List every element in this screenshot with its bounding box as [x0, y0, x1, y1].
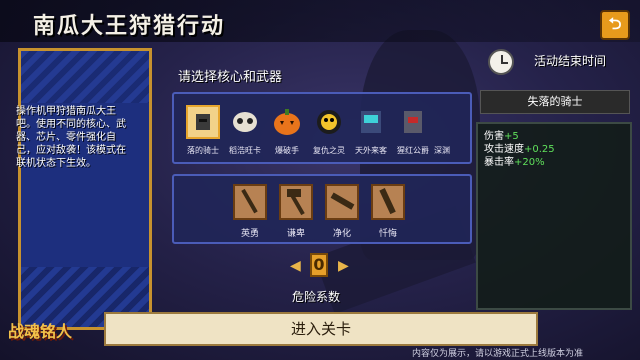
banner-pattern-top [21, 51, 149, 103]
title-bar: 南瓜大王狩猎行动 [0, 0, 640, 42]
hammer-icon [279, 184, 313, 220]
game-screen: 南瓜大王狩猎行动 ⮌ 操作机甲狩猎南瓜大王吧。使用不同的核心、武器、芯片、零件强… [0, 0, 640, 360]
weapon-card[interactable]: 忏悔 [368, 182, 408, 239]
sword-icon [233, 184, 267, 220]
event-banner [18, 48, 152, 330]
core-card[interactable]: 深渊 [434, 99, 464, 157]
blade-icon [371, 184, 405, 220]
decrease-danger-button[interactable]: ◀ [290, 258, 301, 274]
core-card[interactable]: 猩红公爵 [392, 99, 434, 157]
core-card[interactable]: 天外来客 [350, 99, 392, 157]
demon-icon [396, 105, 430, 139]
back-arrow-icon: ⮌ [608, 14, 622, 33]
weapon-label: 净化 [332, 229, 351, 239]
core-card[interactable]: 落的骑士 [182, 99, 224, 157]
danger-level-value: 0 [310, 253, 328, 277]
skull-icon [228, 105, 262, 139]
stat-row: 攻击速度+0.25 [484, 144, 555, 155]
page-title: 南瓜大王狩猎行动 [33, 14, 226, 39]
abyss-icon [438, 105, 464, 139]
game-logo: 战魂铭人 [8, 322, 73, 341]
event-description: 操作机甲狩猎南瓜大王吧。使用不同的核心、武器、芯片、零件强化自己，应对敌袭！该模… [16, 106, 126, 169]
danger-label: 危险系数 [292, 290, 341, 304]
selected-core-name: 失落的骑士 [480, 90, 630, 114]
weapon-label: 英勇 [240, 229, 259, 239]
select-prompt: 请选择核心和武器 [178, 70, 283, 85]
core-card[interactable]: 稻浩旺卡 [224, 99, 266, 157]
knight-helmet-icon [186, 105, 220, 139]
core-card[interactable]: 复仇之灵 [308, 99, 350, 157]
core-selection-list[interactable]: 落的骑士 稻浩旺卡 爆破手 复仇之灵 天外来客 猩红公爵 深渊 [172, 92, 472, 164]
gun-icon [325, 184, 359, 220]
weapon-selection-list[interactable]: 英勇 谦卑 净化 忏悔 [172, 174, 472, 244]
core-label: 深渊 [434, 146, 450, 155]
enter-stage-button[interactable]: 进入关卡 [104, 312, 538, 346]
weapon-card[interactable]: 净化 [322, 182, 362, 239]
ghost-icon [312, 105, 346, 139]
stat-row: 暴击率+20% [484, 157, 545, 168]
back-button[interactable]: ⮌ [600, 10, 630, 40]
core-card[interactable]: 爆破手 [266, 99, 308, 157]
stat-row: 伤害+5 [484, 131, 519, 142]
core-stats-panel: 伤害+5 攻击速度+0.25 暴击率+20% [476, 122, 632, 310]
disclaimer-text: 内容仅为展示，请以游戏正式上线版本为准 [412, 349, 584, 359]
weapon-card[interactable]: 英勇 [230, 182, 270, 239]
core-label: 猩红公爵 [397, 146, 429, 155]
weapon-label: 谦卑 [286, 229, 305, 239]
weapon-card[interactable]: 谦卑 [276, 182, 316, 239]
weapon-label: 忏悔 [378, 229, 397, 239]
clock-icon [488, 49, 514, 75]
robot-icon [354, 105, 388, 139]
increase-danger-button[interactable]: ▶ [338, 258, 349, 274]
event-end-time-label: 活动结束时间 [534, 54, 607, 68]
pumpkin-icon [270, 105, 304, 139]
